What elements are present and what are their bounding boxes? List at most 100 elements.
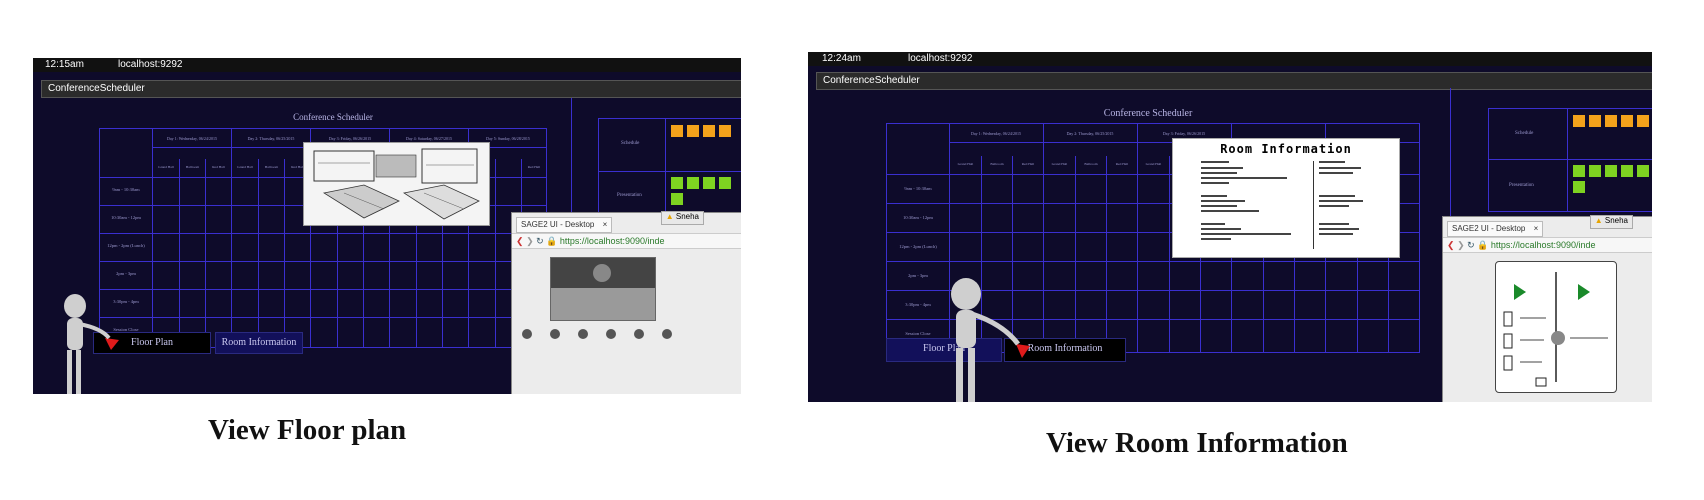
time-label: 2pm - 3pm [908,273,928,278]
arrange-icon[interactable] [606,329,616,339]
room-label: Ballroom [990,162,1004,166]
day-label: Day 4: Saturday, 06/27/2015 [406,136,452,141]
browser-window[interactable]: SAGE2 UI - Desktop × ▲ Sneha ❮ ❯ ↻ 🔒 htt… [1442,215,1652,402]
sticky-note[interactable] [1605,165,1617,177]
time-label: 10:30am - 12pm [903,215,933,220]
app-title-bar[interactable]: ConferenceScheduler [816,72,1652,90]
sticky-note[interactable] [1621,165,1633,177]
room-label: Grand Hall [957,162,974,166]
sticky-note[interactable] [1637,115,1649,127]
user-name: Sneha [675,212,699,221]
right-caption: View Room Information [1046,427,1348,459]
side-label: Schedule [621,141,640,146]
forward-icon[interactable]: ❯ [526,236,534,246]
help-diagram [1503,272,1608,387]
user-figure [64,294,111,394]
browser-tab[interactable]: SAGE2 UI - Desktop × [1447,221,1544,237]
address-bar[interactable]: ❮ ❯ ↻ 🔒 https://localhost:9090/inde [512,233,741,249]
user-name: Sneha [1604,216,1628,225]
help-dialog[interactable] [1495,261,1617,393]
user-badge: ▲ Sneha [660,211,704,225]
reload-icon[interactable]: ↻ [1467,240,1475,250]
sticky-note[interactable] [687,125,699,137]
right-screenshot: 12:24am localhost:9292 ConferenceSchedul… [808,52,1652,402]
sticky-note[interactable] [1573,181,1585,193]
schedule-title: Conference Scheduler [293,112,373,122]
sage-logo-icon [593,264,611,282]
app-title-bar[interactable]: ConferenceScheduler [41,80,741,98]
room-label: Grand Hall [158,165,174,169]
room-label: Red Hall [212,165,225,169]
sticky-note[interactable] [719,125,731,137]
browser-tab-label: SAGE2 UI - Desktop [1452,224,1526,233]
lock-icon: 🔒 [546,236,558,246]
sticky-note[interactable] [703,177,715,189]
room-label: Red Hall [527,165,541,169]
day-label: Day 5: Sunday, 06/28/2015 [486,136,530,141]
back-icon[interactable]: ❮ [1447,240,1455,250]
day-label: Day 1: Wednesday, 06/24/2015 [166,136,217,141]
toolbar [522,329,732,345]
room-info-panel[interactable]: Room Information [1172,138,1400,258]
sticky-note[interactable] [1573,165,1585,177]
back-icon[interactable]: ❮ [516,236,524,246]
share-icon[interactable] [522,329,532,339]
settings-icon[interactable] [662,329,672,339]
time-label: 9am - 10:30am [112,187,140,192]
top-bar: 12:15am localhost:9292 [33,58,741,72]
day-label: Day 3: Friday, 06/26/2015 [1162,131,1206,136]
sticky-note[interactable] [1605,115,1617,127]
sticky-note[interactable] [1589,165,1601,177]
time-label: 9am - 10:30am [904,186,932,191]
day-label: Day 2: Thursday, 06/25/2015 [1066,131,1114,136]
forward-icon[interactable]: ❯ [1457,240,1465,250]
floor-plan-button-label: Floor Plan [131,337,173,348]
url-text: https://localhost:9090/inde [1490,240,1596,250]
room-label: Ballroom [264,165,279,169]
url-text: https://localhost:9090/inde [559,236,665,246]
user-figure [951,278,1020,402]
address-bar[interactable]: ❮ ❯ ↻ 🔒 https://localhost:9090/inde [1443,237,1652,253]
reload-icon[interactable]: ↻ [536,236,544,246]
sticky-note[interactable] [1573,115,1585,127]
sticky-note[interactable] [703,125,715,137]
room-info-button[interactable]: Room Information [215,332,303,354]
room-label: Red Hall [1021,162,1035,166]
sticky-note[interactable] [671,193,683,205]
app-title: ConferenceScheduler [823,75,920,86]
sticky-note[interactable] [671,125,683,137]
pdf-icon[interactable] [634,329,644,339]
time-label: 2pm - 3pm [116,271,136,276]
clock: 12:24am [822,53,861,64]
app-icon[interactable] [550,329,560,339]
room-label: Grand Hall [237,165,253,169]
side-panel: Schedule Presentation [598,118,741,224]
browser-window[interactable]: SAGE2 UI - Desktop × ▲ Sneha ❮ ❯ ↻ 🔒 htt… [511,211,741,394]
close-icon[interactable]: × [603,220,608,229]
time-label: 12pm - 2pm (Lunch) [107,243,145,248]
sage-preview[interactable] [550,257,656,321]
schedule-title: Conference Scheduler [1103,108,1193,119]
left-screenshot: 12:15am localhost:9292 ConferenceSchedul… [33,58,741,394]
warning-icon: ▲ [1594,216,1603,225]
sticky-note[interactable] [719,177,731,189]
sticky-note[interactable] [1621,115,1633,127]
room-info-title: Room Information [1220,142,1352,156]
time-label: 10:30am - 12pm [111,215,141,220]
app-title: ConferenceScheduler [48,83,145,94]
user-badge: ▲ Sneha [1589,215,1633,229]
floor-plan-image[interactable] [303,142,490,226]
sticky-note[interactable] [1637,165,1649,177]
side-label: Presentation [1509,183,1534,188]
sticky-note[interactable] [687,177,699,189]
media-icon[interactable] [578,329,588,339]
room-info-button-label: Room Information [221,337,297,348]
left-caption: View Floor plan [208,414,407,446]
sticky-note[interactable] [1589,115,1601,127]
sticky-note[interactable] [671,177,683,189]
browser-tab-label: SAGE2 UI - Desktop [521,220,595,229]
host-label: localhost:9292 [118,59,183,70]
close-icon[interactable]: × [1534,224,1539,233]
room-label: Grand Hall [1145,162,1162,166]
browser-tab[interactable]: SAGE2 UI - Desktop × [516,217,613,233]
